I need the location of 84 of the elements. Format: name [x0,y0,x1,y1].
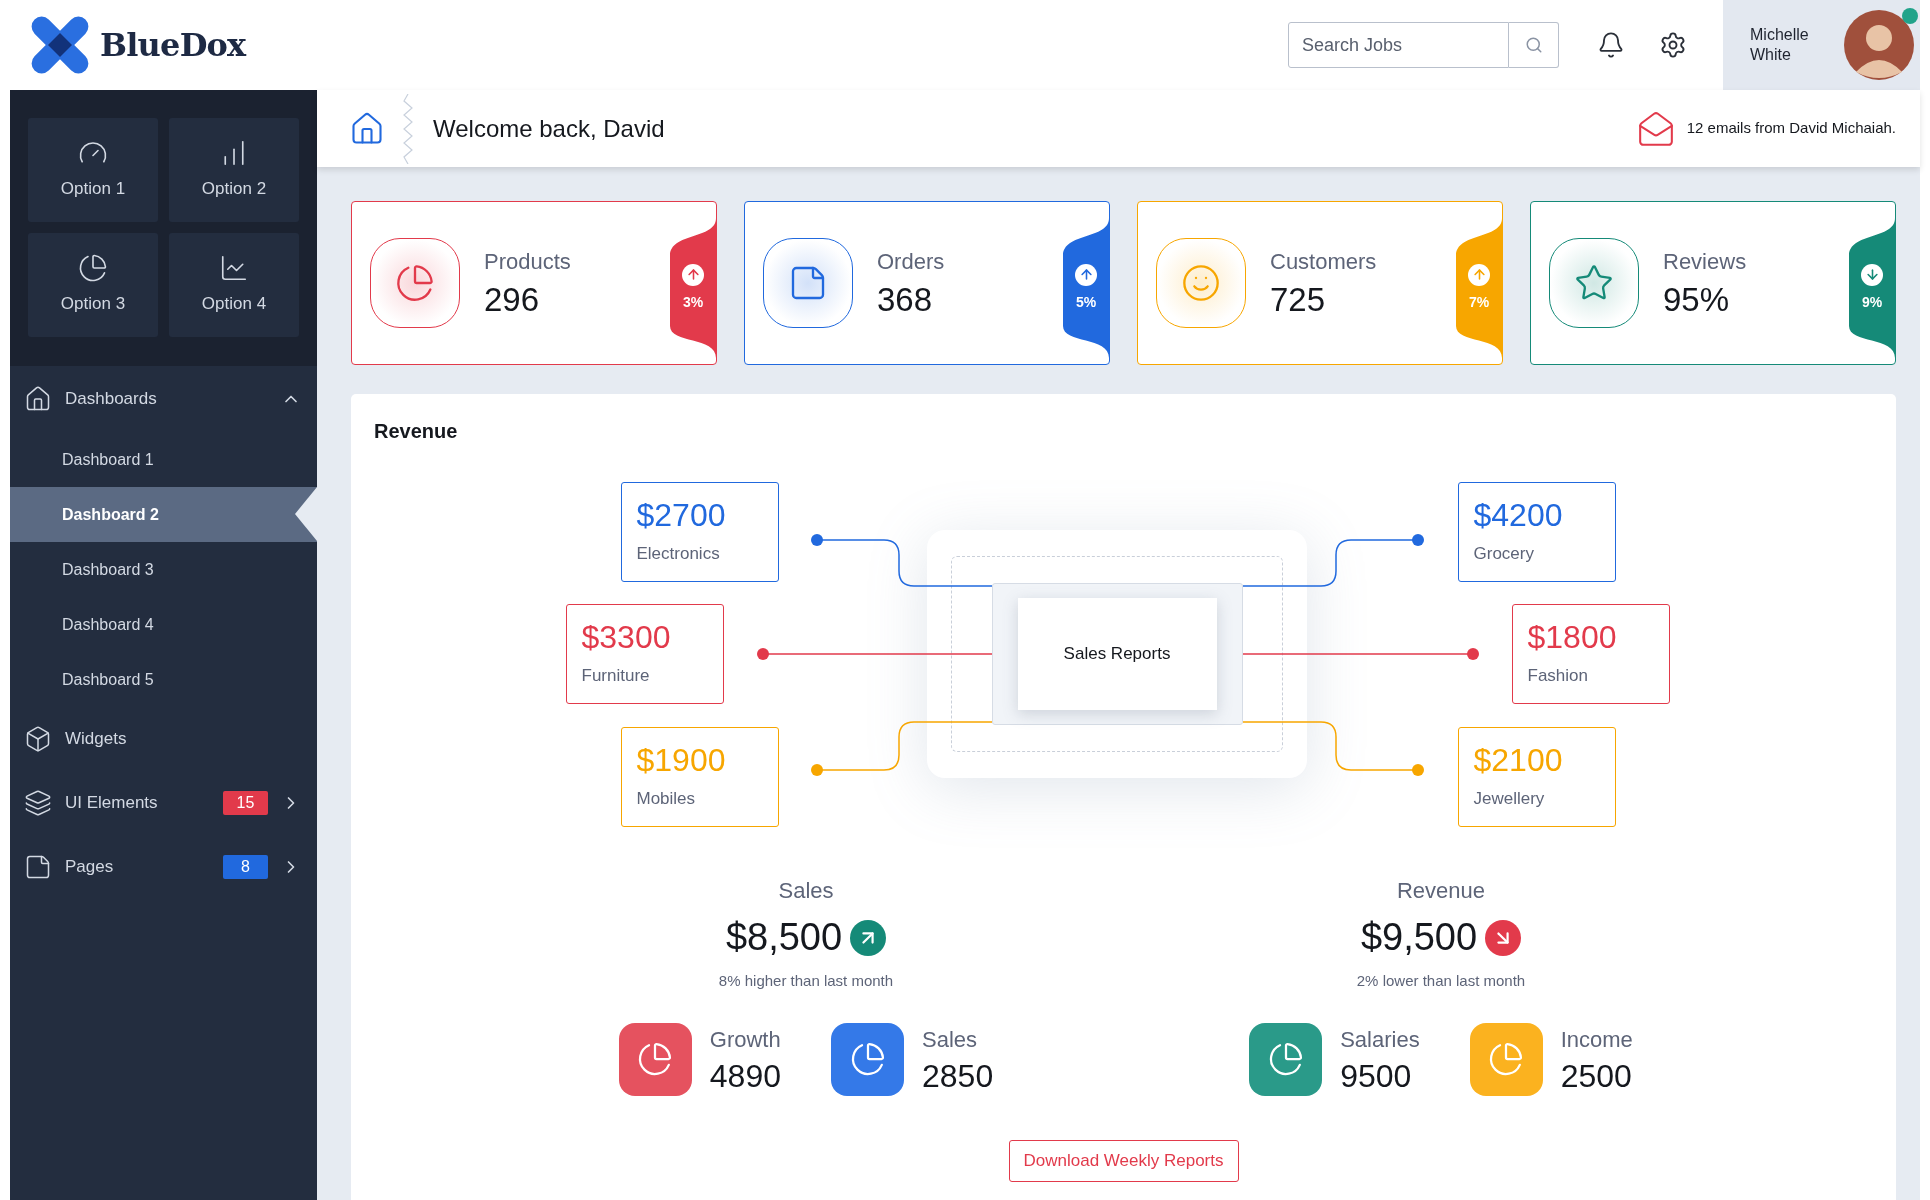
option-tile[interactable]: Option 2 [169,118,299,222]
submenu-item[interactable]: Dashboard 5 [10,652,317,707]
category-label: Mobiles [636,788,697,810]
user-name: Michelle White [1750,25,1810,65]
stat-value: 725 [1270,279,1327,320]
pie-chart-icon [849,1041,886,1077]
pie-chart-icon [1488,1041,1525,1077]
report-card: Sales Reports [1017,598,1217,710]
tile-value: 2850 [922,1056,994,1096]
submenu-item[interactable]: Dashboard 1 [10,432,317,487]
category-label: Furniture [581,665,651,687]
zigzag-divider [403,93,413,164]
pie-chart-icon [78,253,108,284]
nav-item[interactable]: Widgets [10,707,317,771]
summary-label: Sales [778,877,834,905]
smiley-icon [1181,263,1221,303]
cube-icon [24,725,52,753]
stat-value: 368 [877,279,934,320]
stat-value: 95% [1663,279,1731,320]
count-badge: 15 [223,791,268,815]
tile-value: 2500 [1560,1056,1633,1096]
option-tile[interactable]: Option 3 [28,233,158,337]
tile-label: Growth [709,1025,781,1054]
tile-label: Sales [922,1025,979,1054]
category-label: Fashion [1527,665,1589,687]
count-badge: 8 [223,855,268,879]
category-amount: $1900 [636,741,727,780]
pie-chart-icon [1267,1041,1304,1077]
option-tile[interactable]: Option 1 [28,118,158,222]
search-icon [1524,36,1543,54]
nav-label: Pages [65,856,115,879]
category-amount: $2100 [1473,741,1564,780]
option-tile[interactable]: Option 4 [169,233,299,337]
envelope-icon[interactable] [1636,109,1675,148]
user-panel[interactable]: Michelle White [1723,0,1920,90]
home-icon [24,385,52,413]
welcome-title: Welcome back, David [433,113,665,144]
tile-value: 4890 [709,1056,781,1096]
category-amount: $2700 [636,496,727,535]
tile-label: Salaries [1340,1025,1420,1054]
download-reports-button[interactable]: Download Weekly Reports [1008,1139,1239,1182]
avatar [1844,10,1914,80]
category-amount: $4200 [1473,496,1564,535]
brand-name: BlueDox [100,25,246,66]
nav-item[interactable]: Dashboards [10,366,317,432]
search-field[interactable]: Search Jobs [1288,22,1509,68]
stat-label: Orders [877,247,945,276]
settings-icon[interactable] [1659,31,1687,59]
submenu-item[interactable]: Dashboard 4 [10,597,317,652]
stat-label: Customers [1270,247,1377,276]
email-notice: 12 emails from David Michaiah. [1686,118,1896,139]
summary-note: 2% lower than last month [1356,971,1526,991]
tile-value: 9500 [1340,1056,1413,1096]
nav-item[interactable]: Pages 8 [10,835,317,899]
tile-label: Income [1560,1025,1633,1054]
stat-value: 296 [484,279,541,320]
category-amount: $1800 [1527,618,1618,657]
pie-chart-icon [395,263,435,303]
nav-label: Dashboards [65,388,158,411]
nav-item[interactable]: UI Elements 15 [10,771,317,835]
summary-note: 8% higher than last month [718,971,894,991]
stat-label: Reviews [1663,247,1747,276]
nav-label: Widgets [65,728,128,751]
stat-label: Products [484,247,571,276]
home-icon[interactable] [349,110,385,147]
category-label: Electronics [636,543,721,565]
trend-percent: 3% [682,292,704,312]
layers-icon [24,789,52,817]
nav-label: UI Elements [65,792,159,815]
pages-icon [24,853,52,881]
summary-amount: $9,500 [1360,915,1478,960]
pie-chart-icon [637,1041,674,1077]
category-label: Jewellery [1473,788,1546,810]
category-label: Grocery [1473,543,1535,565]
bell-icon[interactable] [1597,31,1625,59]
category-amount: $3300 [581,618,672,657]
revenue-title: Revenue [374,419,459,444]
submenu-item[interactable]: Dashboard 2 [10,487,317,542]
summary-label: Revenue [1396,877,1486,905]
trend-percent: 5% [1075,292,1097,312]
trend-percent: 9% [1861,292,1883,312]
summary-amount: $8,500 [725,915,843,960]
trend-percent: 7% [1468,292,1490,312]
submenu-item[interactable]: Dashboard 3 [10,542,317,597]
